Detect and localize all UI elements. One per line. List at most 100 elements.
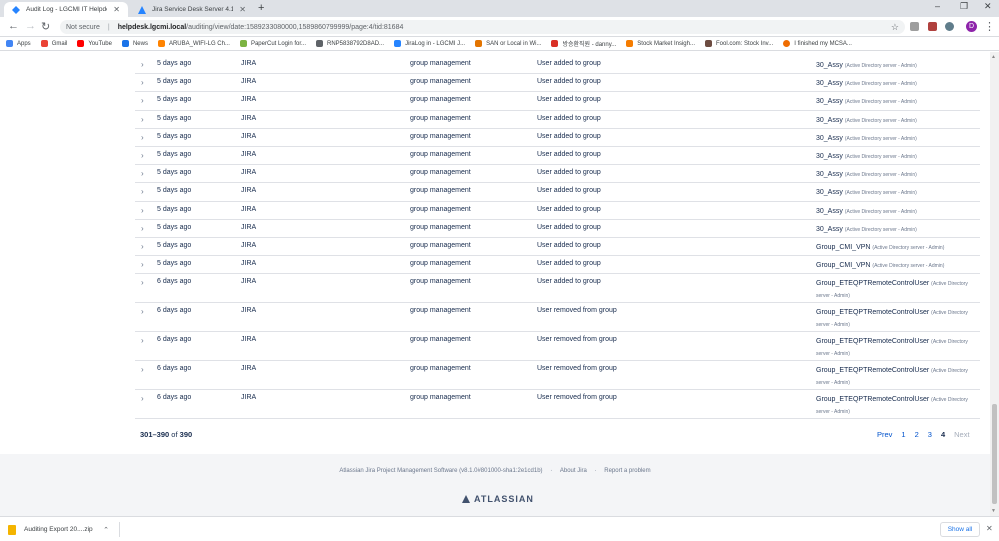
- table-row[interactable]: › 6 days ago JIRA group management User remo…: [135, 303, 980, 333]
- scrollbar-thumb[interactable]: [992, 404, 997, 504]
- object-cell: Group_ETEQPTRemoteControlUser (Active Di…: [816, 278, 976, 302]
- object-cell: Group_CMI_VPN (Active Directory server -…: [816, 242, 976, 254]
- category-cell: group management: [410, 365, 471, 373]
- atlassian-logo[interactable]: ATLASSIAN: [462, 494, 534, 504]
- bookmark-mcsa[interactable]: I finished my MCSA...: [783, 40, 852, 47]
- page-2-link[interactable]: 2: [915, 430, 919, 439]
- tab-title: Audit Log - LGCMI IT Helpdesk: [26, 6, 108, 13]
- bookmark-fool[interactable]: Fool.com: Stock Inv...: [705, 40, 773, 47]
- expand-chevron-icon[interactable]: ›: [141, 307, 144, 316]
- source-cell: JIRA: [241, 241, 257, 249]
- bookmark-stock[interactable]: Stock Market Insigh...: [626, 40, 695, 47]
- expand-chevron-icon[interactable]: ›: [141, 60, 144, 69]
- table-row[interactable]: › 5 days ago JIRA group management User adde…: [135, 129, 980, 147]
- object-name: Group_CMI_VPN: [816, 243, 871, 251]
- expand-chevron-icon[interactable]: ›: [141, 133, 144, 142]
- table-row[interactable]: › 6 days ago JIRA group management User remo…: [135, 390, 980, 420]
- table-row[interactable]: › 6 days ago JIRA group management User remo…: [135, 332, 980, 362]
- page-1-link[interactable]: 1: [901, 430, 905, 439]
- table-row[interactable]: › 5 days ago JIRA group management User adde…: [135, 202, 980, 220]
- result-range: 301–390: [140, 430, 170, 439]
- software-version-link[interactable]: Atlassian Jira Project Management Softwa…: [339, 468, 542, 474]
- page-3-link[interactable]: 3: [928, 430, 932, 439]
- scroll-up-icon[interactable]: ▲: [991, 54, 996, 60]
- expand-chevron-icon[interactable]: ›: [141, 224, 144, 233]
- table-row[interactable]: › 5 days ago JIRA group management User adde…: [135, 220, 980, 238]
- bookmark-jiralog[interactable]: JiraLog in - LGCMI J...: [394, 40, 465, 47]
- date-cell: 5 days ago: [157, 260, 192, 268]
- maximize-icon[interactable]: ❐: [960, 1, 968, 12]
- bookmark-apps[interactable]: Apps: [6, 40, 31, 47]
- bookmark-san[interactable]: SAN or Local in Wi...: [475, 40, 541, 47]
- bookmark-youtube[interactable]: YouTube: [77, 40, 112, 47]
- reload-icon[interactable]: ↻: [41, 20, 50, 33]
- download-item[interactable]: Auditing Export 20....zip ⌃: [8, 522, 120, 537]
- cast-icon[interactable]: [910, 22, 919, 31]
- profile-avatar[interactable]: D: [966, 21, 977, 32]
- expand-chevron-icon[interactable]: ›: [141, 151, 144, 160]
- new-tab-icon[interactable]: +: [258, 2, 264, 14]
- tab-jira-docs[interactable]: Jira Service Desk Server 4.1 docu... ✕: [130, 2, 254, 17]
- url-input[interactable]: Not secure | helpdesk.lgcmi.local/auditi…: [60, 20, 905, 34]
- table-row[interactable]: › 5 days ago JIRA group management User adde…: [135, 256, 980, 275]
- not-secure-indicator[interactable]: Not secure: [66, 24, 100, 31]
- vertical-scrollbar[interactable]: ▲ ▼: [990, 52, 999, 516]
- category-cell: group management: [410, 114, 471, 122]
- bookmark-aruba[interactable]: ARUBA_WIFI-LG Ch...: [157, 40, 230, 47]
- date-cell: 6 days ago: [157, 394, 192, 402]
- pagination: Prev 1 2 3 4 Next: [877, 430, 979, 439]
- chevron-up-icon[interactable]: ⌃: [103, 526, 109, 534]
- bookmark-star-icon[interactable]: ☆: [891, 22, 899, 33]
- expand-chevron-icon[interactable]: ›: [141, 336, 144, 345]
- expand-chevron-icon[interactable]: ›: [141, 187, 144, 196]
- bookmark-rnp[interactable]: RNP5838792D8AD...: [316, 40, 384, 47]
- prev-page-link[interactable]: Prev: [877, 430, 892, 439]
- summary-cell: User added to group: [537, 169, 601, 177]
- menu-icon[interactable]: ⋮: [984, 20, 995, 33]
- expand-chevron-icon[interactable]: ›: [141, 169, 144, 178]
- expand-chevron-icon[interactable]: ›: [141, 278, 144, 287]
- table-row[interactable]: › 5 days ago JIRA group management User adde…: [135, 238, 980, 257]
- about-jira-link[interactable]: About Jira: [560, 468, 587, 474]
- forward-icon[interactable]: →: [25, 20, 36, 32]
- extension-icon[interactable]: [928, 22, 937, 31]
- object-directory: (Active Directory server - Admin): [844, 63, 917, 69]
- show-all-button[interactable]: Show all: [940, 522, 980, 537]
- table-row[interactable]: › 5 days ago JIRA group management User adde…: [135, 165, 980, 184]
- table-row[interactable]: › 5 days ago JIRA group management User adde…: [135, 111, 980, 129]
- table-row[interactable]: › 5 days ago JIRA group management User adde…: [135, 56, 980, 75]
- summary-cell: User removed from group: [537, 336, 617, 344]
- object-directory: (Active Directory server - Admin): [844, 81, 917, 88]
- scroll-down-icon[interactable]: ▼: [991, 508, 996, 514]
- expand-chevron-icon[interactable]: ›: [141, 115, 144, 124]
- bookmark-news[interactable]: News: [121, 40, 148, 47]
- table-row[interactable]: › 5 days ago JIRA group management User adde…: [135, 92, 980, 111]
- expand-chevron-icon[interactable]: ›: [141, 78, 144, 87]
- expand-chevron-icon[interactable]: ›: [141, 394, 144, 403]
- table-row[interactable]: › 6 days ago JIRA group management User adde…: [135, 274, 980, 304]
- category-cell: group management: [410, 187, 471, 195]
- tab-audit-log[interactable]: Audit Log - LGCMI IT Helpdesk ✕: [4, 2, 128, 17]
- bookmark-korean[interactable]: 방승환직원 - danny...: [551, 39, 616, 48]
- back-icon[interactable]: ←: [8, 20, 19, 32]
- expand-chevron-icon[interactable]: ›: [141, 242, 144, 251]
- report-problem-link[interactable]: Report a problem: [604, 468, 650, 474]
- bookmark-papercut[interactable]: PaperCut Login for...: [239, 40, 306, 47]
- category-cell: group management: [410, 205, 471, 213]
- object-cell: 30_Assy (Active Directory server - Admin…: [816, 115, 976, 127]
- bookmark-gmail[interactable]: Gmail: [40, 40, 67, 47]
- close-tab-icon[interactable]: ✕: [113, 5, 120, 14]
- expand-chevron-icon[interactable]: ›: [141, 96, 144, 105]
- expand-chevron-icon[interactable]: ›: [141, 365, 144, 374]
- expand-chevron-icon[interactable]: ›: [141, 260, 144, 269]
- close-tab-icon[interactable]: ✕: [239, 5, 246, 14]
- close-window-icon[interactable]: ✕: [984, 1, 992, 12]
- close-download-bar-icon[interactable]: ✕: [986, 524, 993, 533]
- table-row[interactable]: › 5 days ago JIRA group management User adde…: [135, 183, 980, 202]
- table-row[interactable]: › 5 days ago JIRA group management User adde…: [135, 147, 980, 166]
- expand-chevron-icon[interactable]: ›: [141, 206, 144, 215]
- table-row[interactable]: › 5 days ago JIRA group management User adde…: [135, 74, 980, 93]
- extension-icon[interactable]: [945, 22, 954, 31]
- table-row[interactable]: › 6 days ago JIRA group management User remo…: [135, 361, 980, 391]
- minimize-icon[interactable]: –: [935, 1, 940, 11]
